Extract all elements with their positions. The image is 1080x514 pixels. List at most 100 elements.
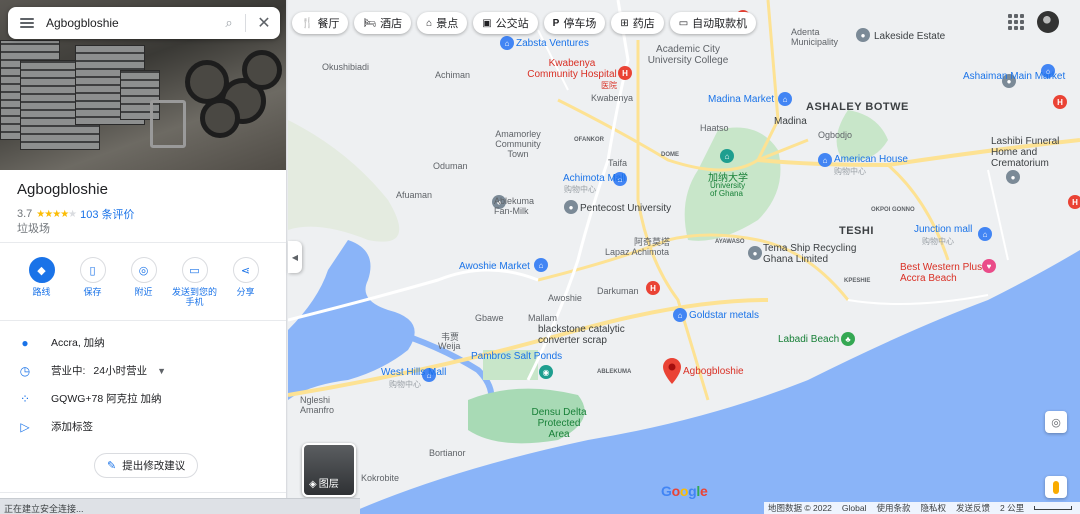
nearby-button[interactable]: ◎ 附近: [118, 257, 169, 307]
map-label-awoshie-market: Awoshie Market: [459, 261, 530, 272]
chip-restaurants[interactable]: 🍴 餐厅: [292, 12, 349, 34]
layers-icon: ◈: [309, 479, 317, 490]
category-chips: 🍴 餐厅 🛏 酒店 ⌂ 景点 ▣ 公交站 P 停车场 ⊞ 药店 ▭ 自动取款机: [292, 12, 757, 34]
map-label-best-western: Best Western Plus Accra Beach: [900, 262, 983, 284]
map-label-lakeside: Lakeside Estate: [874, 31, 946, 42]
map-label-mallam: Mallam: [528, 313, 558, 323]
map-label-ablekuma-area: ABLEKUMA: [597, 369, 632, 375]
shopping-pin-icon[interactable]: ⌂: [818, 153, 832, 167]
plus-code-row[interactable]: ⁘ GQWG+78 阿克拉 加纳: [17, 391, 162, 406]
my-location-button[interactable]: ◎: [1045, 411, 1067, 433]
map-label-gbawe: Gbawe: [475, 313, 504, 323]
hospital-pin-icon[interactable]: H: [646, 281, 660, 295]
shopping-pin-icon[interactable]: ⌂: [778, 92, 792, 106]
hospital-pin-icon[interactable]: H: [1068, 195, 1080, 209]
map-label-oduman: Oduman: [433, 161, 468, 171]
atm-icon: ▭: [678, 17, 689, 29]
google-logo: Google: [661, 483, 708, 499]
map-footer: 地图数据 © 2022 Global 使用条款 隐私权 发送反馈 2 公里: [764, 502, 1080, 514]
plus-code-icon: ⁘: [19, 391, 31, 406]
scale-label[interactable]: 2 公里: [1000, 502, 1024, 514]
chip-hotels[interactable]: 🛏 酒店: [354, 12, 412, 34]
rating-stars-icon: ★★★★★: [36, 208, 77, 220]
landmark-pin-icon[interactable]: ●: [1006, 170, 1020, 184]
map-label-agbogbloshie: Agbogbloshie: [683, 366, 744, 377]
search-icon[interactable]: ⌕: [219, 15, 239, 31]
landmark-pin-icon[interactable]: ●: [856, 28, 870, 42]
map-label-pentecost: Pentecost University: [580, 203, 672, 214]
map-canvas[interactable]: ⌂ H H ● ⌂ ⌂ ● ⌂ ⌂ ● ● ● ⌂ ♥ ⌂ H ⌂ ♣ ◉ ⌂ …: [288, 0, 1080, 514]
hotel-icon: 🛏: [363, 17, 377, 29]
chip-bus-stops[interactable]: ▣ 公交站: [473, 12, 538, 34]
terms-link[interactable]: 使用条款: [876, 502, 910, 514]
save-button[interactable]: ▯ 保存: [67, 257, 118, 307]
map-label-ashaley-botwe: ASHALEY BOTWE: [806, 101, 909, 113]
address-row[interactable]: ● Accra, 加纳: [17, 335, 104, 350]
feedback-link[interactable]: 发送反馈: [956, 502, 990, 514]
hours-status: 营业中:: [51, 365, 86, 377]
privacy-link[interactable]: 隐私权: [921, 502, 947, 514]
hospital-pin-icon[interactable]: H: [1053, 95, 1067, 109]
street-view-pegman[interactable]: [1045, 476, 1067, 498]
google-apps-icon[interactable]: [1008, 14, 1024, 30]
rating-value: 3.7: [17, 208, 33, 220]
chip-attractions[interactable]: ⌂ 景点: [417, 12, 468, 34]
directions-button[interactable]: ◆ 路线: [16, 257, 67, 307]
shopping-pin-icon[interactable]: ⌂: [534, 258, 548, 272]
clock-icon: ◷: [19, 363, 31, 378]
map-label-ofankor: OFANKOR: [574, 137, 604, 143]
map-label-okushibiadi: Okushibiadi: [322, 62, 370, 72]
global-link[interactable]: Global: [842, 503, 867, 513]
hours-row[interactable]: ◷ 营业中: 24小时营业 ▼: [17, 363, 166, 378]
pencil-icon: ✎: [107, 460, 117, 472]
menu-icon[interactable]: [20, 18, 34, 28]
pharmacy-icon: ⊞: [620, 17, 629, 29]
shopping-pin-icon[interactable]: ⌂: [978, 227, 992, 241]
map-label-madina: Madina: [774, 116, 807, 127]
map-label-awoshie: Awoshie: [548, 293, 582, 303]
map-label-taifa: Taifa: [608, 158, 628, 168]
map-label-kpeshie: KPESHIE: [844, 278, 871, 284]
nearby-icon: ◎: [130, 257, 157, 283]
shopping-pin-icon[interactable]: ⌂: [673, 308, 687, 322]
restaurant-icon: 🍴: [301, 17, 314, 29]
reviews-link[interactable]: 103 条评价: [80, 206, 134, 222]
share-button[interactable]: ⋖ 分享: [220, 257, 271, 307]
map-label-achimota-mall: Achimota Mall: [563, 173, 626, 184]
collapse-panel-button[interactable]: ◀: [288, 241, 302, 273]
university-pin-icon[interactable]: ⌂: [720, 149, 734, 163]
map-label-blackstone: blackstone catalytic converter scrap: [538, 324, 625, 346]
search-input[interactable]: [46, 16, 219, 30]
chip-parking[interactable]: P 停车场: [543, 12, 606, 34]
label-tag-icon: ▷: [20, 419, 30, 434]
account-avatar[interactable]: [1037, 11, 1059, 33]
map-label-west-hills: West Hills Mall: [381, 367, 447, 378]
map-label-junction-cn: 购物中心: [922, 237, 954, 246]
map-base: [288, 0, 1080, 514]
attraction-icon: ⌂: [426, 17, 433, 29]
map-label-ashaiman: Ashaiman Main Market: [963, 71, 1066, 82]
beach-pin-icon[interactable]: ♣: [841, 332, 855, 346]
map-label-bortianor: Bortianor: [429, 448, 466, 458]
map-label-teshi: TESHI: [839, 225, 874, 237]
layers-button[interactable]: ◈ 图层: [302, 443, 356, 497]
chevron-down-icon[interactable]: ▼: [157, 366, 166, 376]
close-icon[interactable]: ✕: [252, 13, 276, 33]
university-pin-icon[interactable]: ●: [564, 200, 578, 214]
map-label-hospital-cn: 医院: [601, 81, 617, 90]
map-label-zabsta: Zabsta Ventures: [516, 38, 589, 49]
place-category[interactable]: 垃圾场: [17, 220, 50, 236]
poi-pin-icon[interactable]: ⌂: [500, 36, 514, 50]
suggest-edit-button[interactable]: ✎ 提出修改建议: [94, 453, 199, 478]
chip-atms[interactable]: ▭ 自动取款机: [669, 12, 757, 34]
location-pin-icon: ●: [21, 335, 29, 350]
landmark-pin-icon[interactable]: ●: [748, 246, 762, 260]
map-label-american-cn: 购物中心: [834, 167, 866, 176]
chip-pharmacies[interactable]: ⊞ 药店: [611, 12, 664, 34]
selected-place-pin-icon[interactable]: [663, 358, 681, 384]
map-label-kokrobite: Kokrobite: [361, 473, 400, 483]
map-label-goldstar: Goldstar metals: [689, 310, 760, 321]
send-to-phone-button[interactable]: ▭ 发送到您的手机: [169, 257, 220, 307]
park-pin-icon[interactable]: ◉: [539, 365, 553, 379]
add-label-row[interactable]: ▷ 添加标签: [17, 419, 93, 434]
